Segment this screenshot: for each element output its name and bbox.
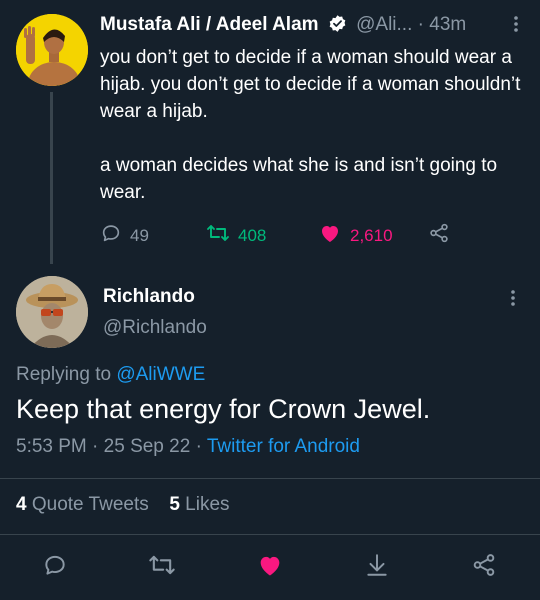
- original-tweet-header: Mustafa Ali / Adeel Alam @Ali... · 43m: [100, 14, 530, 40]
- retweet-count: 408: [238, 225, 267, 245]
- like-count: 2,610: [350, 225, 393, 245]
- tweet-source[interactable]: Twitter for Android: [207, 436, 360, 457]
- bookmark-button[interactable]: [362, 552, 392, 582]
- tweet-time[interactable]: · 43m: [418, 14, 467, 35]
- quote-tweets-label: Quote Tweets: [31, 494, 149, 515]
- meta-separator: ·: [195, 436, 202, 457]
- bookmark-download-icon: [364, 552, 390, 583]
- reply-author-handle[interactable]: @Richlando: [103, 317, 207, 339]
- author-name[interactable]: Mustafa Ali / Adeel Alam: [100, 14, 319, 35]
- verified-badge-icon: [328, 14, 347, 39]
- share-icon: [428, 222, 450, 249]
- reply-icon: [42, 552, 68, 583]
- heart-icon: [318, 222, 342, 249]
- retweet-button[interactable]: 408: [206, 222, 266, 249]
- like-button[interactable]: 2,610: [318, 222, 393, 249]
- divider: [0, 534, 540, 535]
- original-tweet-actions: 49 408 2,610: [100, 222, 520, 248]
- reply-button[interactable]: 49: [100, 222, 149, 249]
- tweet-date[interactable]: 25 Sep 22: [104, 436, 191, 457]
- heart-icon: [256, 552, 284, 583]
- meta-separator: ·: [92, 436, 99, 457]
- retweet-button[interactable]: [147, 552, 177, 582]
- reply-button[interactable]: [40, 552, 70, 582]
- share-button[interactable]: [428, 222, 450, 249]
- reply-author-name[interactable]: Richlando: [103, 286, 195, 308]
- likes-link[interactable]: 5 Likes: [169, 494, 229, 515]
- likes-count: 5: [169, 494, 180, 515]
- reply-tweet-text: Keep that energy for Crown Jewel.: [16, 394, 431, 424]
- reply-author-avatar[interactable]: [16, 276, 88, 348]
- divider: [0, 478, 540, 479]
- tweet-paragraph: a woman decides what she is and isn’t go…: [100, 155, 498, 203]
- likes-label: Likes: [185, 494, 230, 515]
- replying-to-mention[interactable]: @AliWWE: [116, 364, 205, 385]
- thread-connector-line: [50, 92, 53, 264]
- retweet-icon: [148, 552, 176, 583]
- author-avatar[interactable]: [16, 14, 88, 86]
- share-button[interactable]: [469, 552, 499, 582]
- tweet-meta: 5:53 PM · 25 Sep 22 · Twitter for Androi…: [16, 436, 360, 458]
- reply-icon: [100, 222, 122, 249]
- reply-count: 49: [130, 225, 149, 245]
- replying-to-label: Replying to: [16, 364, 112, 385]
- more-options-icon[interactable]: [503, 288, 523, 308]
- like-button[interactable]: [255, 552, 285, 582]
- share-icon: [471, 552, 497, 583]
- more-options-icon[interactable]: [506, 14, 526, 34]
- original-tweet-text: you don’t get to decide if a woman shoul…: [100, 44, 525, 206]
- tweet-paragraph: you don’t get to decide if a woman shoul…: [100, 47, 521, 122]
- quote-tweets-link[interactable]: 4 Quote Tweets: [16, 494, 149, 515]
- engagement-stats: 4 Quote Tweets 5 Likes: [16, 494, 230, 516]
- retweet-icon: [206, 222, 230, 249]
- author-handle[interactable]: @Ali...: [356, 14, 412, 35]
- quote-tweets-count: 4: [16, 494, 27, 515]
- tweet-timestamp[interactable]: 5:53 PM: [16, 436, 87, 457]
- replying-to-line: Replying to @AliWWE: [16, 364, 205, 386]
